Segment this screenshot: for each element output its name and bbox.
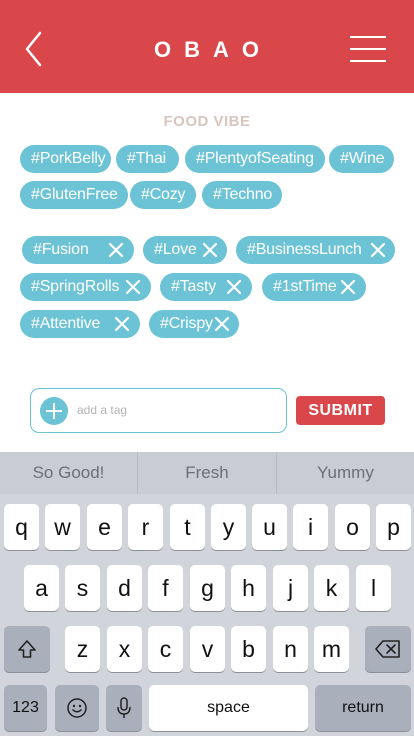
suggested-tag[interactable]: #Wine [329,145,394,173]
submit-button[interactable]: SUBMIT [296,396,385,425]
suggested-tag[interactable]: #PorkBelly [20,145,111,173]
selected-tag[interactable]: #Attentive [20,310,140,338]
key-n[interactable]: n [273,626,308,672]
key-e[interactable]: e [87,504,122,550]
return-key[interactable]: return [315,685,411,731]
microphone-icon [117,697,131,718]
tag-label: #BusinessLunch [247,241,362,258]
remove-tag-icon[interactable] [202,242,218,258]
key-w[interactable]: w [45,504,80,550]
key-s[interactable]: s [65,565,100,611]
section-title: FOOD VIBE [163,113,251,130]
key-b[interactable]: b [231,626,266,672]
tag-label: #Attentive [31,315,101,332]
selected-tag[interactable]: #Tasty [160,273,252,301]
space-key[interactable]: space [149,685,308,731]
key-c[interactable]: c [148,626,183,672]
tag-label: #Crispy [160,315,213,332]
remove-tag-icon[interactable] [226,279,242,295]
suggested-tag[interactable]: #Thai [116,145,179,173]
key-o[interactable]: o [335,504,370,550]
key-x[interactable]: x [107,626,142,672]
remove-tag-icon[interactable] [125,279,141,295]
key-h[interactable]: h [231,565,266,611]
key-q[interactable]: q [4,504,39,550]
remove-tag-icon[interactable] [214,316,230,332]
key-f[interactable]: f [148,565,183,611]
tag-label: #Tasty [171,278,217,295]
dictation-key[interactable] [106,685,142,731]
tag-label: #Love [154,241,197,258]
key-u[interactable]: u [252,504,287,550]
remove-tag-icon[interactable] [114,316,130,332]
key-j[interactable]: j [273,565,308,611]
selected-tag[interactable]: #Crispy [149,310,239,338]
remove-tag-icon[interactable] [340,279,356,295]
key-y[interactable]: y [211,504,246,550]
tag-label: #SpringRolls [31,278,120,295]
key-v[interactable]: v [190,626,225,672]
suggested-tag[interactable]: #GlutenFree [20,181,128,209]
selected-tag[interactable]: #SpringRolls [20,273,151,301]
key-p[interactable]: p [376,504,411,550]
suggestion-item[interactable]: So Good! [0,452,137,494]
suggested-tag[interactable]: #Cozy [130,181,196,209]
add-tag-box[interactable] [30,388,287,433]
suggested-tag[interactable]: #Techno [202,181,282,209]
shift-key[interactable] [4,626,50,672]
emoji-key[interactable] [55,685,99,731]
selected-tag[interactable]: #1stTime [262,273,366,301]
key-d[interactable]: d [107,565,142,611]
key-l[interactable]: l [356,565,391,611]
suggestion-item[interactable]: Yummy [277,452,414,494]
suggestion-item[interactable]: Fresh [138,452,276,494]
key-m[interactable]: m [314,626,349,672]
key-z[interactable]: z [65,626,100,672]
numbers-key[interactable]: 123 [4,685,47,731]
selected-tag[interactable]: #Love [143,236,227,264]
key-t[interactable]: t [170,504,205,550]
key-i[interactable]: i [293,504,328,550]
shift-arrow-icon [18,640,36,658]
key-a[interactable]: a [24,565,59,611]
selected-tag[interactable]: #BusinessLunch [236,236,395,264]
key-g[interactable]: g [190,565,225,611]
plus-icon[interactable] [40,397,68,425]
header-bar: OBAO [0,0,414,93]
keyboard: So Good! Fresh Yummy q w e r t y u i o p… [0,452,414,736]
tag-label: #1stTime [273,278,337,295]
add-tag-input[interactable] [77,399,277,421]
hamburger-menu-icon[interactable] [348,35,388,63]
emoji-icon [67,698,87,718]
tag-label: #Fusion [33,241,89,258]
key-k[interactable]: k [314,565,349,611]
remove-tag-icon[interactable] [370,242,386,258]
suggested-tag[interactable]: #PlentyofSeating [185,145,325,173]
backspace-icon [375,640,400,658]
key-r[interactable]: r [128,504,163,550]
predictive-bar: So Good! Fresh Yummy [0,452,414,494]
screen: OBAO FOOD VIBE #PorkBelly #Thai #Plentyo… [0,0,414,736]
selected-tag[interactable]: #Fusion [22,236,134,264]
delete-key[interactable] [365,626,411,672]
remove-tag-icon[interactable] [108,242,124,258]
